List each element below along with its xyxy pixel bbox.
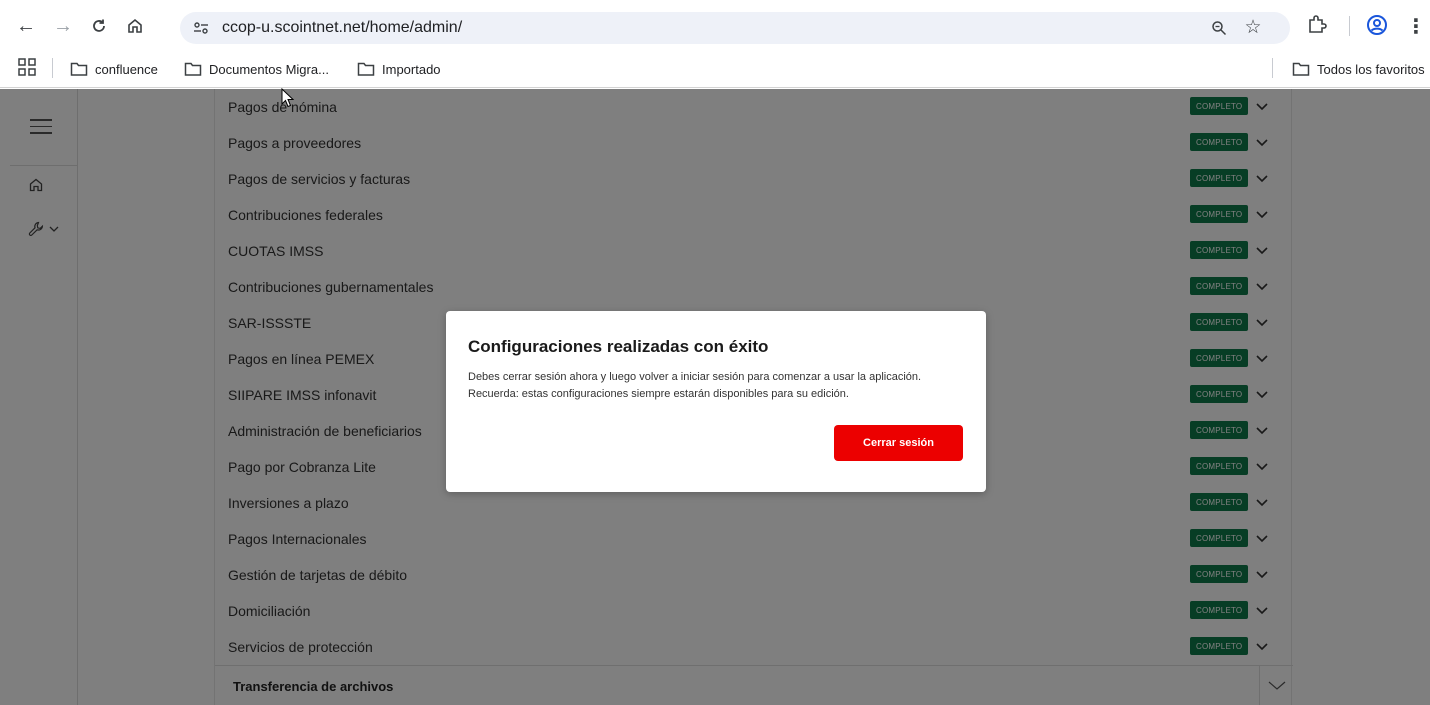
toolbar-divider [1349, 16, 1350, 36]
address-bar[interactable]: ccop-u.scointnet.net/home/admin/ ☆ [180, 12, 1290, 44]
bookmark-confluence[interactable]: confluence [70, 59, 158, 79]
bookmark-divider [1272, 58, 1273, 78]
success-dialog: Configuraciones realizadas con éxito Deb… [446, 311, 986, 492]
bookmark-divider [52, 58, 53, 78]
profile-avatar-icon[interactable] [1365, 13, 1391, 39]
all-bookmarks-folder[interactable]: Todos los favoritos [1292, 59, 1425, 79]
logout-button[interactable]: Cerrar sesión [834, 425, 963, 461]
dialog-message: Debes cerrar sesión ahora y luego volver… [468, 369, 968, 403]
url-text[interactable]: ccop-u.scointnet.net/home/admin/ [222, 19, 462, 37]
bookmark-importado[interactable]: Importado [357, 59, 441, 79]
back-arrow-icon[interactable]: ← [13, 13, 39, 39]
dialog-message-line: Debes cerrar sesión ahora y luego volver… [468, 371, 922, 383]
bookmark-documentos-migra[interactable]: Documentos Migra... [184, 59, 329, 79]
dialog-title: Configuraciones realizadas con éxito [468, 337, 769, 356]
folder-icon [184, 62, 202, 76]
folder-icon [70, 62, 88, 76]
bookmark-label: confluence [95, 61, 158, 77]
dialog-message-line: Recuerda: estas configuraciones siempre … [468, 388, 849, 400]
zoom-icon[interactable] [1207, 16, 1231, 40]
reload-icon[interactable] [86, 13, 112, 39]
extensions-icon[interactable] [1306, 13, 1332, 39]
browser-menu-icon[interactable]: ⋮ [1406, 13, 1426, 39]
mouse-cursor-icon [281, 88, 295, 108]
apps-grid-icon[interactable] [18, 58, 36, 76]
forward-arrow-icon[interactable]: → [50, 13, 76, 39]
bookmark-label: Documentos Migra... [209, 61, 329, 77]
browser-toolbar: ← → ccop-u.scointnet.net/home/admin/ ☆ ⋮ [0, 0, 1430, 50]
folder-icon [357, 62, 375, 76]
site-info-icon[interactable] [190, 18, 212, 38]
bookmark-label: Todos los favoritos [1317, 61, 1425, 77]
folder-icon [1292, 62, 1310, 76]
bookmark-star-icon[interactable]: ☆ [1241, 15, 1265, 39]
bookmark-label: Importado [382, 61, 441, 77]
home-icon[interactable] [122, 13, 148, 39]
